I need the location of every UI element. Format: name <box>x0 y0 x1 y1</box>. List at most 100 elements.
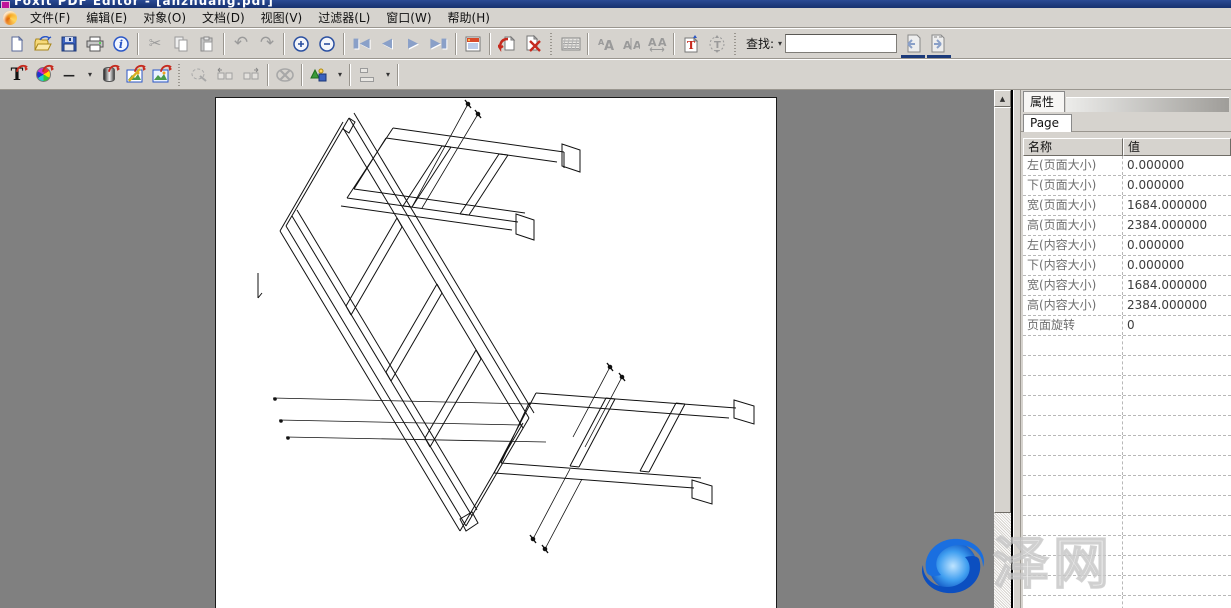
property-value[interactable] <box>1123 336 1231 355</box>
edit-image-button[interactable] <box>122 62 148 88</box>
align-button[interactable] <box>354 62 380 88</box>
document-info-button[interactable]: i <box>108 31 134 57</box>
find-input[interactable] <box>785 34 897 53</box>
line-tool-button[interactable]: — <box>56 62 82 88</box>
property-row[interactable] <box>1023 536 1231 556</box>
property-value[interactable] <box>1123 576 1231 595</box>
find-previous-button[interactable] <box>900 29 926 58</box>
insert-page-button[interactable] <box>494 31 520 57</box>
menu-edit[interactable]: 编辑(E) <box>78 7 135 28</box>
find-next-button[interactable] <box>926 29 952 58</box>
property-row[interactable] <box>1023 556 1231 576</box>
previous-page-button[interactable]: ◀ <box>374 31 400 57</box>
property-value[interactable] <box>1123 476 1231 495</box>
property-row[interactable]: 宽(内容大小)1684.000000 <box>1023 276 1231 296</box>
paste-button[interactable] <box>194 31 220 57</box>
new-document-button[interactable] <box>4 31 30 57</box>
line-tool-dropdown[interactable]: ▾ <box>82 62 96 88</box>
property-value[interactable]: 2384.000000 <box>1123 296 1231 315</box>
first-page-button[interactable]: ▮◀ <box>348 31 374 57</box>
property-row[interactable]: 宽(页面大小)1684.000000 <box>1023 196 1231 216</box>
property-row[interactable] <box>1023 516 1231 536</box>
menu-file[interactable]: 文件(F) <box>22 7 78 28</box>
add-image-button[interactable] <box>148 62 174 88</box>
zoom-out-button[interactable] <box>314 31 340 57</box>
toolbar-grip[interactable] <box>177 64 183 86</box>
property-row[interactable] <box>1023 576 1231 596</box>
page-layout-button[interactable] <box>460 31 486 57</box>
delete-object-button[interactable] <box>272 62 298 88</box>
vertical-scrollbar[interactable]: ▲ <box>994 90 1011 608</box>
property-row[interactable] <box>1023 436 1231 456</box>
add-text-button[interactable]: T <box>4 62 30 88</box>
property-row[interactable]: 左(页面大小)0.000000 <box>1023 156 1231 176</box>
insert-shape-button[interactable] <box>306 62 332 88</box>
print-button[interactable] <box>82 31 108 57</box>
scrollbar-thumb[interactable] <box>994 107 1011 513</box>
property-row[interactable] <box>1023 596 1231 608</box>
property-value[interactable] <box>1123 596 1231 608</box>
property-value[interactable] <box>1123 416 1231 435</box>
property-value[interactable] <box>1123 556 1231 575</box>
pdf-page[interactable] <box>215 97 777 608</box>
menu-filter[interactable]: 过滤器(L) <box>310 7 378 28</box>
property-value[interactable]: 1684.000000 <box>1123 276 1231 295</box>
menu-object[interactable]: 对象(O) <box>135 7 194 28</box>
menu-view[interactable]: 视图(V) <box>253 7 311 28</box>
property-value[interactable]: 0.000000 <box>1123 256 1231 275</box>
word-spacing-button[interactable]: AA <box>644 31 670 57</box>
property-row[interactable] <box>1023 496 1231 516</box>
column-header-name[interactable]: 名称 <box>1023 138 1123 156</box>
copy-button[interactable] <box>168 31 194 57</box>
property-value[interactable]: 2384.000000 <box>1123 216 1231 235</box>
toolbar-grip[interactable] <box>549 33 555 55</box>
property-value[interactable] <box>1123 456 1231 475</box>
property-row[interactable] <box>1023 336 1231 356</box>
property-row[interactable] <box>1023 356 1231 376</box>
property-row[interactable]: 页面旋转0 <box>1023 316 1231 336</box>
undo-button[interactable]: ↶ <box>228 31 254 57</box>
zoom-in-button[interactable] <box>288 31 314 57</box>
property-row[interactable] <box>1023 396 1231 416</box>
property-row[interactable] <box>1023 476 1231 496</box>
property-row[interactable] <box>1023 376 1231 396</box>
next-page-button[interactable]: ▶ <box>400 31 426 57</box>
panel-splitter[interactable] <box>1013 90 1021 608</box>
scroll-up-button[interactable]: ▲ <box>994 90 1011 107</box>
property-value[interactable] <box>1123 436 1231 455</box>
redo-button[interactable]: ↷ <box>254 31 280 57</box>
align-dropdown[interactable]: ▾ <box>380 62 394 88</box>
tab-page[interactable]: Page <box>1023 114 1072 132</box>
property-value[interactable] <box>1123 496 1231 515</box>
property-row[interactable]: 下(内容大小)0.000000 <box>1023 256 1231 276</box>
property-row[interactable]: 下(页面大小)0.000000 <box>1023 176 1231 196</box>
letter-spacing-button[interactable]: AA <box>618 31 644 57</box>
add-shading-button[interactable] <box>96 62 122 88</box>
rotate-right-button[interactable] <box>238 62 264 88</box>
column-header-value[interactable]: 值 <box>1123 138 1231 156</box>
property-value[interactable] <box>1123 356 1231 375</box>
property-value[interactable]: 0.000000 <box>1123 236 1231 255</box>
property-value[interactable] <box>1123 516 1231 535</box>
property-value[interactable]: 0 <box>1123 316 1231 335</box>
cut-button[interactable]: ✂ <box>142 31 168 57</box>
property-value[interactable] <box>1123 536 1231 555</box>
last-page-button[interactable]: ▶▮ <box>426 31 452 57</box>
menu-help[interactable]: 帮助(H) <box>440 7 498 28</box>
find-history-dropdown[interactable]: ▾ <box>778 39 782 48</box>
text-rotate-button[interactable]: T <box>704 31 730 57</box>
property-value[interactable] <box>1123 396 1231 415</box>
toolbar-grip[interactable] <box>733 33 739 55</box>
property-row[interactable]: 高(页面大小)2384.000000 <box>1023 216 1231 236</box>
property-row[interactable] <box>1023 416 1231 436</box>
property-value[interactable] <box>1123 376 1231 395</box>
open-button[interactable] <box>30 31 56 57</box>
virtual-keyboard-button[interactable] <box>558 31 584 57</box>
property-row[interactable]: 高(内容大小)2384.000000 <box>1023 296 1231 316</box>
font-grow-button[interactable]: AA <box>592 31 618 57</box>
property-value[interactable]: 0.000000 <box>1123 176 1231 195</box>
delete-page-button[interactable] <box>520 31 546 57</box>
property-row[interactable]: 左(内容大小)0.000000 <box>1023 236 1231 256</box>
insert-shape-dropdown[interactable]: ▾ <box>332 62 346 88</box>
add-color-button[interactable] <box>30 62 56 88</box>
